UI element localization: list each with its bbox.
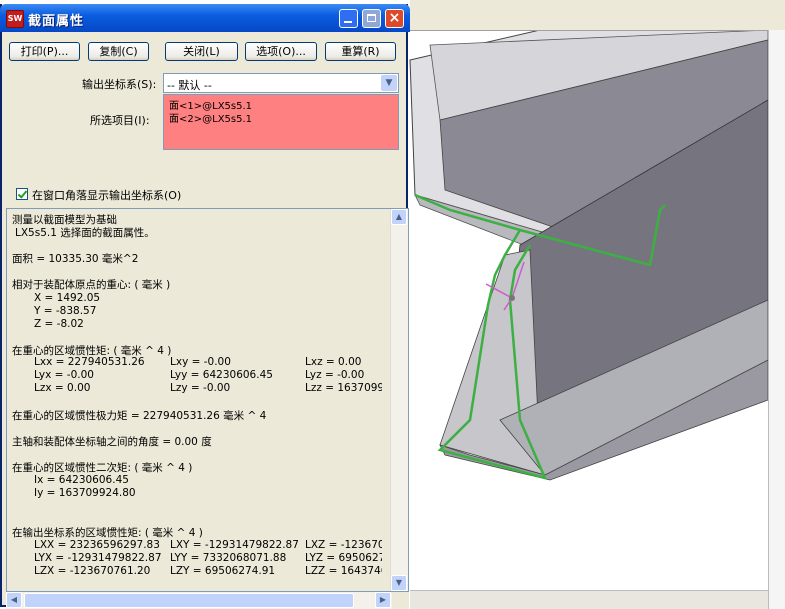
output-coord-select[interactable]: -- 默认 -- ▼ [163,73,399,93]
centroid-x: X = 1492.05 [34,292,101,304]
scroll-arrow-icon[interactable]: ▶ [375,592,391,608]
output-inertia-cell: LXX = 23236596297.83 [34,539,160,551]
scroll-arrow-icon[interactable]: ◀ [6,592,22,608]
inertia-cell: Lxz = 0.00 [305,356,362,368]
options-button[interactable]: 选项(O)... [245,42,317,61]
minimize-icon[interactable] [339,9,358,28]
title-bar[interactable]: SW 截面属性 × [0,4,410,32]
recalculate-button[interactable]: 重算(R) [325,42,396,61]
output-inertia-cell: LZZ = 16437465 [305,565,382,577]
centroid-y: Y = -838.57 [34,305,97,317]
scroll-arrow-icon[interactable]: ▲ [391,209,407,225]
print-button[interactable]: 打印(P)... [9,42,80,61]
inertia-cell: Lyx = -0.00 [34,369,94,381]
inertia-cell: Lxy = -0.00 [170,356,231,368]
close-icon[interactable]: × [385,9,404,28]
results-line: LX5s5.1 选择面的截面属性。 [15,227,155,239]
centroid-z: Z = -8.02 [34,318,84,330]
centroid-title: 相对于装配体原点的重心: ( 毫米 ) [12,279,171,291]
app-icon: SW [6,10,24,28]
maximize-icon[interactable] [362,9,381,28]
results-panel[interactable]: 测量以截面模型为基础 LX5s5.1 选择面的截面属性。 面积 = 10335.… [6,208,409,592]
inertia-cell: Lyz = -0.00 [305,369,365,381]
show-coord-checkbox-label[interactable]: 在窗口角落显示输出坐标系(O) [32,187,181,203]
window-title: 截面属性 [28,14,85,29]
scroll-arrow-icon[interactable]: ▼ [391,575,407,591]
copy-button[interactable]: 复制(C) [88,42,149,61]
output-coord-value: -- 默认 -- [167,79,212,92]
results-vertical-scrollbar[interactable]: ▲ ▼ [390,209,408,591]
output-coord-label: 输出坐标系(S): [82,78,157,91]
output-inertia-cell: LZY = 69506274.91 [170,565,276,577]
selected-items-label: 所选项目(I): [90,114,150,127]
close-button[interactable]: 关闭(L) [165,42,238,61]
polar-moment: 在重心的区域惯性极力矩 = 227940531.26 毫米 ^ 4 [12,410,267,422]
output-inertia-cell: LYZ = 69506274 [305,552,382,564]
inertia-cell: Lzz = 163709924 [305,382,382,394]
output-inertia-cell: LXY = -12931479822.87 [170,539,299,551]
results-horizontal-scrollbar[interactable]: ◀ ▶ [6,592,392,609]
viewport-vertical-scrollbar[interactable] [768,30,785,609]
selected-items-list[interactable]: 面<1>@LX5s5.1 面<2>@LX5s5.1 [163,94,399,150]
list-item[interactable]: 面<2>@LX5s5.1 [169,110,252,125]
inertia-cell: Lyy = 64230606.45 [170,369,273,381]
status-bar [410,590,768,609]
scroll-corner [392,592,409,609]
viewport-toolbar [410,0,785,31]
dropdown-arrow-icon[interactable]: ▼ [381,75,397,91]
inertia-cell: Lzx = 0.00 [34,382,91,394]
area-value: 面积 = 10335.30 毫米^2 [12,253,139,265]
inertia-cell: Lzy = -0.00 [170,382,231,394]
output-inertia-cell: LYX = -12931479822.87 [34,552,162,564]
inertia-cell: Lxx = 227940531.26 [34,356,145,368]
section-properties-dialog: SW 截面属性 × 打印(P)... 复制(C) 关闭(L) 选项(O)... … [0,4,410,609]
output-inertia-cell: LXZ = -12367076 [305,539,382,551]
output-inertia-cell: LZX = -123670761.20 [34,565,151,577]
output-inertia-cell: LYY = 7332068071.88 [170,552,287,564]
second-moment-iy: Iy = 163709924.80 [34,487,136,499]
scroll-thumb[interactable] [24,593,354,608]
checkmark-icon[interactable] [16,188,28,200]
output-inertia-title: 在输出坐标系的区域惯性矩: ( 毫米 ^ 4 ) [12,527,203,539]
second-moment-title: 在重心的区域惯性二次矩: ( 毫米 ^ 4 ) [12,462,193,474]
second-moment-ix: Ix = 64230606.45 [34,474,129,486]
principal-angle: 主轴和装配体坐标轴之间的角度 = 0.00 度 [12,436,212,448]
